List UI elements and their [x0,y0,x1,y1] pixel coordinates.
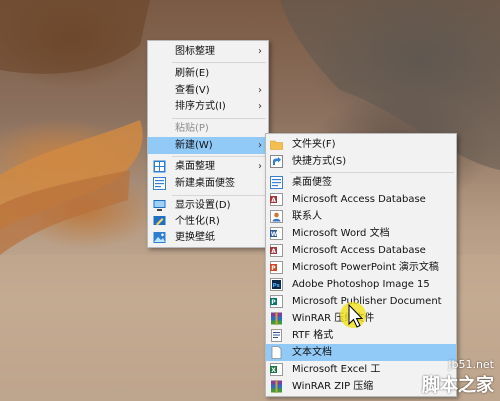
menu-item-icon-arrange[interactable]: 图标整理 › [148,43,268,60]
submenu-item-label: 联系人 [292,211,322,222]
submenu-item-label: Microsoft Word 文档 [292,228,390,239]
menu-item-label: 图标整理 [175,46,215,57]
menu-item-label: 粘贴(P) [175,123,209,134]
winrar-icon [271,312,282,325]
desktop-organize-icon [153,160,166,173]
powerpoint-icon: P [270,261,283,274]
menu-item-label: 新建桌面便签 [175,178,235,189]
menu-item-desktop-organize[interactable]: 桌面整理 › [148,158,268,175]
new-photoshop-image-item[interactable]: Ps Adobe Photoshop Image 15 [266,276,456,293]
submenu-item-label: 快捷方式(S) [292,156,347,167]
text-document-icon [271,346,282,359]
word-icon: W [270,227,283,240]
submenu-item-label: WinRAR ZIP 压缩 [292,381,374,392]
new-contact-item[interactable]: 联系人 [266,208,456,225]
menu-separator [290,172,454,173]
personalize-icon [153,216,166,226]
menu-item-personalize[interactable]: 个性化(R) [148,213,268,230]
new-folder-item[interactable]: 文件夹(F) [266,136,456,153]
folder-icon [270,140,283,150]
menu-separator [172,195,266,196]
menu-separator [172,118,266,119]
submenu-arrow-icon: › [258,101,262,112]
submenu-item-label: Microsoft PowerPoint 演示文稿 [292,262,439,273]
menu-item-view[interactable]: 查看(V) › [148,82,268,99]
submenu-arrow-icon: › [258,140,262,151]
submenu-item-label: 桌面便签 [292,177,332,188]
menu-item-label: 刷新(E) [175,68,210,79]
menu-item-paste[interactable]: 粘贴(P) [148,120,268,137]
menu-separator [172,62,266,63]
menu-item-change-wallpaper[interactable]: 更换壁纸 [148,229,268,246]
new-sticky-note-item[interactable]: 桌面便签 [266,174,456,191]
access-icon: A [270,193,283,206]
photoshop-icon: Ps [270,278,283,291]
watermark-url: jb51.net [448,358,494,371]
svg-text:W: W [271,231,278,238]
menu-item-label: 更换壁纸 [175,232,215,243]
menu-item-label: 桌面整理 [175,161,215,172]
submenu-item-label: Microsoft Access Database [292,194,426,205]
svg-text:P: P [271,299,276,306]
submenu-item-label: Adobe Photoshop Image 15 [292,279,430,290]
svg-text:Ps: Ps [273,283,281,289]
publisher-icon: P [270,295,283,308]
contact-icon [270,210,283,223]
new-access-database-item-2[interactable]: A Microsoft Access Database [266,242,456,259]
sticky-note-icon [270,176,283,189]
submenu-arrow-icon: › [258,46,262,57]
new-shortcut-item[interactable]: 快捷方式(S) [266,153,456,170]
new-powerpoint-item[interactable]: P Microsoft PowerPoint 演示文稿 [266,259,456,276]
menu-item-label: 查看(V) [175,85,210,96]
new-word-document-item[interactable]: W Microsoft Word 文档 [266,225,456,242]
site-watermark: jb51.net 脚本之家 [422,358,494,397]
access-icon: A [270,244,283,257]
mouse-cursor-icon [340,302,366,328]
wallpaper-icon [153,232,166,243]
submenu-item-label: Microsoft Access Database [292,245,426,256]
watermark-name: 脚本之家 [422,375,494,396]
svg-text:P: P [271,265,276,272]
excel-icon: X [270,363,283,376]
menu-item-new-desktop-note[interactable]: 新建桌面便签 [148,175,268,192]
menu-item-sort-by[interactable]: 排序方式(I) › [148,98,268,115]
svg-text:A: A [271,197,276,204]
menu-item-display-settings[interactable]: 显示设置(D) [148,197,268,214]
menu-separator [172,156,266,157]
submenu-item-label: 文本文档 [292,347,332,358]
desktop-context-menu: 图标整理 › 刷新(E) 查看(V) › 排序方式(I) › 粘贴(P) 新建(… [147,40,269,248]
submenu-item-label: RTF 格式 [292,330,334,341]
menu-item-label: 新建(W) [175,140,213,151]
shortcut-icon [270,155,283,168]
new-access-database-item[interactable]: A Microsoft Access Database [266,191,456,208]
winrar-zip-icon [271,380,282,393]
menu-item-label: 排序方式(I) [175,101,226,112]
display-settings-icon [153,200,166,211]
rtf-icon [271,329,282,342]
menu-item-refresh[interactable]: 刷新(E) [148,65,268,82]
menu-item-new[interactable]: 新建(W) › [148,137,268,154]
menu-item-label: 个性化(R) [175,216,220,227]
submenu-item-label: 文件夹(F) [292,139,336,150]
menu-item-label: 显示设置(D) [175,200,231,211]
desktop-note-icon [153,177,166,190]
svg-text:X: X [271,367,276,374]
submenu-item-label: Microsoft Excel 工 [292,364,381,375]
submenu-arrow-icon: › [258,161,262,172]
svg-text:A: A [271,248,276,255]
submenu-arrow-icon: › [258,85,262,96]
